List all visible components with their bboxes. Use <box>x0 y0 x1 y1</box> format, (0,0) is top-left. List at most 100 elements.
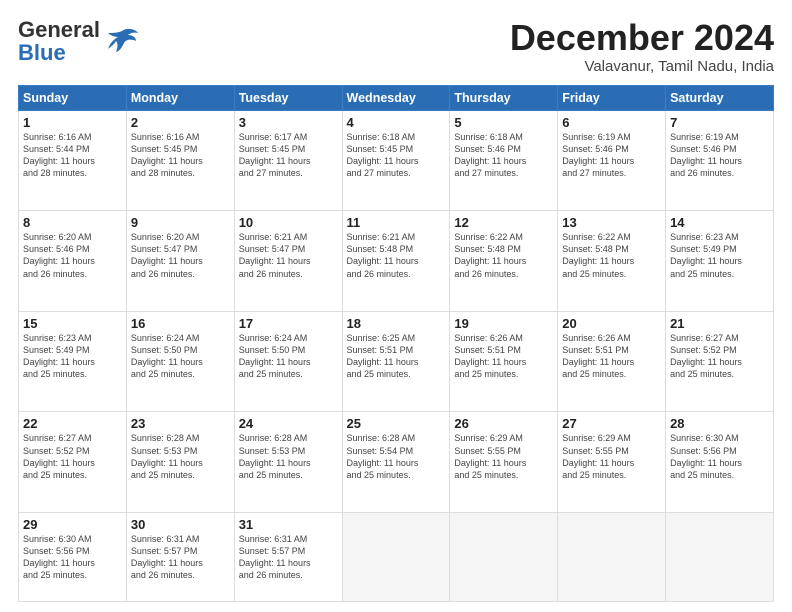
day-number: 25 <box>347 416 446 431</box>
day-info: Sunrise: 6:24 AM Sunset: 5:50 PM Dayligh… <box>131 332 230 381</box>
calendar-cell: 4Sunrise: 6:18 AM Sunset: 5:45 PM Daylig… <box>342 110 450 211</box>
calendar-cell: 13Sunrise: 6:22 AM Sunset: 5:48 PM Dayli… <box>558 211 666 312</box>
title-area: December 2024 Valavanur, Tamil Nadu, Ind… <box>510 18 774 75</box>
day-number: 19 <box>454 316 553 331</box>
day-number: 3 <box>239 115 338 130</box>
day-number: 9 <box>131 215 230 230</box>
calendar-cell: 6Sunrise: 6:19 AM Sunset: 5:46 PM Daylig… <box>558 110 666 211</box>
day-number: 4 <box>347 115 446 130</box>
calendar-cell: 12Sunrise: 6:22 AM Sunset: 5:48 PM Dayli… <box>450 211 558 312</box>
calendar-cell: 1Sunrise: 6:16 AM Sunset: 5:44 PM Daylig… <box>19 110 127 211</box>
day-info: Sunrise: 6:30 AM Sunset: 5:56 PM Dayligh… <box>23 533 122 582</box>
calendar-cell <box>666 512 774 601</box>
calendar-cell: 14Sunrise: 6:23 AM Sunset: 5:49 PM Dayli… <box>666 211 774 312</box>
calendar-cell: 17Sunrise: 6:24 AM Sunset: 5:50 PM Dayli… <box>234 311 342 412</box>
day-number: 14 <box>670 215 769 230</box>
day-number: 27 <box>562 416 661 431</box>
day-number: 18 <box>347 316 446 331</box>
day-number: 8 <box>23 215 122 230</box>
calendar-cell: 16Sunrise: 6:24 AM Sunset: 5:50 PM Dayli… <box>126 311 234 412</box>
day-info: Sunrise: 6:18 AM Sunset: 5:45 PM Dayligh… <box>347 131 446 180</box>
col-friday: Friday <box>558 85 666 110</box>
calendar-cell <box>450 512 558 601</box>
day-info: Sunrise: 6:29 AM Sunset: 5:55 PM Dayligh… <box>562 432 661 481</box>
calendar-cell: 2Sunrise: 6:16 AM Sunset: 5:45 PM Daylig… <box>126 110 234 211</box>
day-info: Sunrise: 6:28 AM Sunset: 5:53 PM Dayligh… <box>131 432 230 481</box>
day-number: 20 <box>562 316 661 331</box>
calendar-cell: 9Sunrise: 6:20 AM Sunset: 5:47 PM Daylig… <box>126 211 234 312</box>
day-number: 7 <box>670 115 769 130</box>
day-number: 22 <box>23 416 122 431</box>
logo-blue: Blue <box>18 41 100 64</box>
day-number: 2 <box>131 115 230 130</box>
day-info: Sunrise: 6:16 AM Sunset: 5:45 PM Dayligh… <box>131 131 230 180</box>
calendar-cell: 26Sunrise: 6:29 AM Sunset: 5:55 PM Dayli… <box>450 412 558 513</box>
calendar-cell: 31Sunrise: 6:31 AM Sunset: 5:57 PM Dayli… <box>234 512 342 601</box>
col-tuesday: Tuesday <box>234 85 342 110</box>
day-info: Sunrise: 6:19 AM Sunset: 5:46 PM Dayligh… <box>562 131 661 180</box>
month-title: December 2024 <box>510 18 774 58</box>
day-info: Sunrise: 6:17 AM Sunset: 5:45 PM Dayligh… <box>239 131 338 180</box>
day-number: 11 <box>347 215 446 230</box>
calendar-cell: 22Sunrise: 6:27 AM Sunset: 5:52 PM Dayli… <box>19 412 127 513</box>
logo-general: General <box>18 18 100 41</box>
day-info: Sunrise: 6:31 AM Sunset: 5:57 PM Dayligh… <box>131 533 230 582</box>
day-info: Sunrise: 6:23 AM Sunset: 5:49 PM Dayligh… <box>670 231 769 280</box>
day-number: 16 <box>131 316 230 331</box>
calendar-cell: 27Sunrise: 6:29 AM Sunset: 5:55 PM Dayli… <box>558 412 666 513</box>
logo-bird-icon <box>106 27 138 58</box>
col-saturday: Saturday <box>666 85 774 110</box>
calendar-cell: 19Sunrise: 6:26 AM Sunset: 5:51 PM Dayli… <box>450 311 558 412</box>
calendar-cell: 28Sunrise: 6:30 AM Sunset: 5:56 PM Dayli… <box>666 412 774 513</box>
day-info: Sunrise: 6:22 AM Sunset: 5:48 PM Dayligh… <box>454 231 553 280</box>
day-info: Sunrise: 6:24 AM Sunset: 5:50 PM Dayligh… <box>239 332 338 381</box>
calendar-header-row: Sunday Monday Tuesday Wednesday Thursday… <box>19 85 774 110</box>
col-thursday: Thursday <box>450 85 558 110</box>
col-monday: Monday <box>126 85 234 110</box>
day-info: Sunrise: 6:26 AM Sunset: 5:51 PM Dayligh… <box>562 332 661 381</box>
col-wednesday: Wednesday <box>342 85 450 110</box>
day-number: 1 <box>23 115 122 130</box>
day-number: 26 <box>454 416 553 431</box>
calendar-cell: 20Sunrise: 6:26 AM Sunset: 5:51 PM Dayli… <box>558 311 666 412</box>
page: General Blue December 2024 Valavanur, Ta… <box>0 0 792 612</box>
day-info: Sunrise: 6:25 AM Sunset: 5:51 PM Dayligh… <box>347 332 446 381</box>
day-number: 17 <box>239 316 338 331</box>
calendar-cell: 23Sunrise: 6:28 AM Sunset: 5:53 PM Dayli… <box>126 412 234 513</box>
location-subtitle: Valavanur, Tamil Nadu, India <box>510 58 774 75</box>
calendar-cell: 3Sunrise: 6:17 AM Sunset: 5:45 PM Daylig… <box>234 110 342 211</box>
day-info: Sunrise: 6:23 AM Sunset: 5:49 PM Dayligh… <box>23 332 122 381</box>
day-info: Sunrise: 6:29 AM Sunset: 5:55 PM Dayligh… <box>454 432 553 481</box>
day-info: Sunrise: 6:22 AM Sunset: 5:48 PM Dayligh… <box>562 231 661 280</box>
day-info: Sunrise: 6:21 AM Sunset: 5:47 PM Dayligh… <box>239 231 338 280</box>
day-info: Sunrise: 6:26 AM Sunset: 5:51 PM Dayligh… <box>454 332 553 381</box>
day-number: 24 <box>239 416 338 431</box>
day-info: Sunrise: 6:30 AM Sunset: 5:56 PM Dayligh… <box>670 432 769 481</box>
day-info: Sunrise: 6:16 AM Sunset: 5:44 PM Dayligh… <box>23 131 122 180</box>
day-info: Sunrise: 6:18 AM Sunset: 5:46 PM Dayligh… <box>454 131 553 180</box>
day-number: 10 <box>239 215 338 230</box>
calendar-cell: 5Sunrise: 6:18 AM Sunset: 5:46 PM Daylig… <box>450 110 558 211</box>
calendar-cell: 25Sunrise: 6:28 AM Sunset: 5:54 PM Dayli… <box>342 412 450 513</box>
day-number: 5 <box>454 115 553 130</box>
calendar-cell: 11Sunrise: 6:21 AM Sunset: 5:48 PM Dayli… <box>342 211 450 312</box>
day-number: 12 <box>454 215 553 230</box>
calendar-cell <box>342 512 450 601</box>
calendar-cell: 7Sunrise: 6:19 AM Sunset: 5:46 PM Daylig… <box>666 110 774 211</box>
day-info: Sunrise: 6:27 AM Sunset: 5:52 PM Dayligh… <box>670 332 769 381</box>
calendar-cell <box>558 512 666 601</box>
day-info: Sunrise: 6:20 AM Sunset: 5:47 PM Dayligh… <box>131 231 230 280</box>
calendar-cell: 10Sunrise: 6:21 AM Sunset: 5:47 PM Dayli… <box>234 211 342 312</box>
day-info: Sunrise: 6:28 AM Sunset: 5:54 PM Dayligh… <box>347 432 446 481</box>
day-number: 13 <box>562 215 661 230</box>
calendar-cell: 29Sunrise: 6:30 AM Sunset: 5:56 PM Dayli… <box>19 512 127 601</box>
col-sunday: Sunday <box>19 85 127 110</box>
day-number: 15 <box>23 316 122 331</box>
day-info: Sunrise: 6:19 AM Sunset: 5:46 PM Dayligh… <box>670 131 769 180</box>
day-info: Sunrise: 6:27 AM Sunset: 5:52 PM Dayligh… <box>23 432 122 481</box>
day-number: 29 <box>23 517 122 532</box>
calendar-cell: 30Sunrise: 6:31 AM Sunset: 5:57 PM Dayli… <box>126 512 234 601</box>
day-number: 28 <box>670 416 769 431</box>
day-number: 23 <box>131 416 230 431</box>
calendar-table: Sunday Monday Tuesday Wednesday Thursday… <box>18 85 774 602</box>
